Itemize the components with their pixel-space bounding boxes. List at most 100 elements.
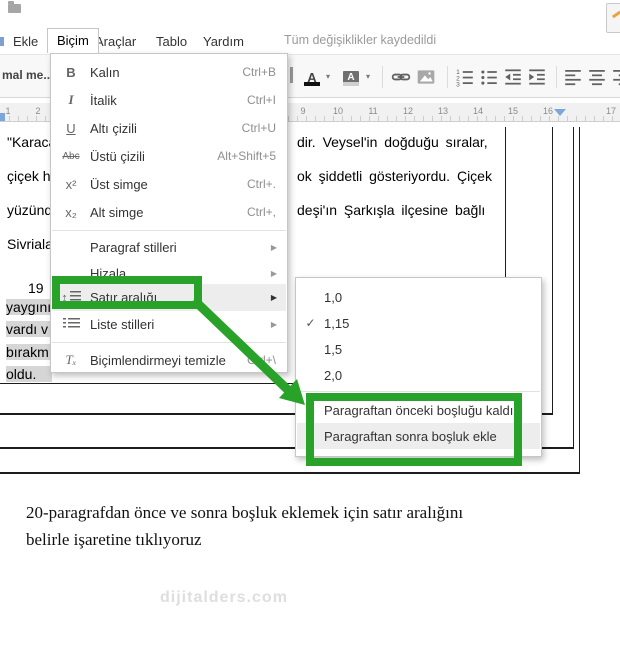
toolbar-divider [382, 66, 383, 88]
align-left-icon [565, 70, 581, 86]
bulleted-list-icon [481, 70, 497, 85]
menubar-ekle[interactable]: Ekle [13, 31, 38, 52]
highlight-color-caret-icon[interactable]: ▾ [366, 72, 370, 81]
decrease-indent-icon [505, 69, 521, 85]
ruler-number: 17 [605, 106, 617, 116]
insert-image-button[interactable] [415, 66, 437, 88]
cut-icon-fragment [290, 67, 293, 83]
subscript-icon: x₂ [65, 204, 77, 220]
align-center-button[interactable] [586, 66, 608, 88]
clear-formatting-icon: Tₓ [65, 352, 77, 367]
italic-icon: I [68, 92, 74, 107]
increase-indent-button[interactable] [526, 66, 548, 88]
caption-line2: belirle işaretine tıklıyoruz [26, 530, 202, 549]
ruler-number: 13 [437, 106, 449, 116]
doc-text-line3-left: yüzünd [7, 202, 53, 218]
submenu-arrow-icon: ▶ [270, 319, 277, 329]
menu-separator [297, 391, 540, 392]
frame-border-vertical-4 [579, 127, 580, 473]
frame-border-vertical-2 [552, 127, 553, 413]
save-status-text: Tüm değişiklikler kaydedildi [284, 33, 437, 47]
left-indent-marker[interactable] [0, 113, 5, 121]
submenu-arrow-icon: ▶ [270, 268, 277, 278]
menu-separator [52, 342, 286, 343]
spacing-option-2-0[interactable]: 2,0 [297, 362, 540, 388]
pencil-icon [611, 10, 620, 19]
increase-indent-icon [529, 69, 545, 85]
menu-item-alt-simge[interactable]: x₂ Alt simge Ctrl+, [52, 198, 286, 226]
menu-item-italik[interactable]: I İtalik Ctrl+I [52, 86, 286, 114]
annotation-box-paragraph-spacing [306, 393, 522, 466]
insert-image-icon [417, 70, 435, 84]
menu-item-ustu-cizili[interactable]: Abc Üstü çizili Alt+Shift+5 [52, 142, 286, 170]
menu-item-ust-simge[interactable]: x² Üst simge Ctrl+. [52, 170, 286, 198]
edit-mode-button[interactable] [606, 3, 620, 33]
spacing-option-1-5[interactable]: 1,5 [297, 336, 540, 362]
submenu-arrow-icon: ▶ [270, 242, 277, 252]
doc-selected-line4: oldu. [6, 366, 52, 382]
doc-selected-line2: vardı v [6, 321, 52, 337]
checkmark-icon: ✓ [305, 316, 316, 330]
watermark-text: dijitalders.com [160, 589, 288, 606]
menubar-yardim[interactable]: Yardım [203, 31, 244, 52]
toolbar-divider [556, 66, 557, 88]
strikethrough-icon: Abc [62, 150, 80, 162]
align-right-icon [613, 70, 620, 86]
doc-text-line2-left: çiçek h [7, 168, 51, 184]
highlight-color-button[interactable]: A [340, 66, 362, 88]
ruler-number: 11 [368, 106, 378, 116]
toolbar-divider [447, 66, 448, 88]
insert-link-button[interactable] [390, 66, 412, 88]
ruler-number: 10 [332, 106, 344, 116]
menubar-bicim[interactable]: Biçim [47, 28, 99, 53]
text-color-button[interactable]: A [301, 66, 323, 88]
numbered-list-icon: 1 2 3 [456, 69, 473, 87]
frame-border-bottom-4 [0, 472, 580, 474]
ruler-number: 9 [300, 106, 306, 116]
paragraph-style-dropdown[interactable]: mal me... [2, 68, 53, 82]
format-menu: B Kalın Ctrl+B I İtalik Ctrl+I U Altı çi… [50, 53, 288, 373]
ruler-number: 12 [402, 106, 414, 116]
menu-separator [52, 230, 286, 231]
menubar-tablo[interactable]: Tablo [156, 31, 187, 52]
doc-text-line4-left: Sivriala [7, 236, 53, 252]
right-indent-marker[interactable] [554, 109, 566, 116]
ruler-number: 16 [542, 106, 554, 116]
svg-text:3: 3 [456, 81, 460, 87]
insert-link-icon [391, 73, 411, 81]
google-docs-format-menu-screenshot: "Karaca çiçek h yüzünd Sivriala dir. Vey… [0, 0, 620, 646]
spacing-option-1-0[interactable]: 1,0 [297, 284, 540, 310]
menubar-araclar[interactable]: Araçlar [95, 31, 136, 52]
frame-border-vertical-3 [573, 127, 574, 447]
bulleted-list-button[interactable] [478, 66, 500, 88]
superscript-icon: x² [65, 176, 77, 192]
align-left-button[interactable] [562, 66, 584, 88]
menu-item-kalin[interactable]: B Kalın Ctrl+B [52, 58, 286, 86]
ruler-number: 2 [35, 106, 41, 116]
doc-selected-line3: bırakm [6, 344, 52, 360]
doc-text-line1-right: dir. Veysel'in doğduğu sıralar, [297, 134, 488, 150]
menu-item-paragraf-stilleri[interactable]: Paragraf stilleri ▶ [52, 234, 286, 260]
doc-text-line2-right: ok şiddetli gösteriyordu. Çiçek [297, 168, 492, 184]
top-menubar: Ekle Biçim Araçlar Tablo Yardım Tüm deği… [0, 0, 620, 53]
spacing-option-1-15[interactable]: ✓ 1,15 [297, 310, 540, 336]
list-styles-icon [52, 317, 90, 332]
decrease-indent-button[interactable] [502, 66, 524, 88]
text-color-icon: A [307, 69, 317, 85]
bookmark-fragment-icon [0, 37, 4, 46]
submenu-arrow-icon: ▶ [270, 293, 277, 302]
ruler-number: 1 [5, 106, 11, 116]
ruler-number: 15 [507, 106, 519, 116]
menu-item-liste-stilleri[interactable]: Liste stilleri ▶ [52, 311, 286, 337]
doc-text-indent: 19 [28, 280, 44, 296]
folder-icon[interactable] [8, 1, 21, 13]
caption-line1: 20-paragrafdan önce ve sonra boşluk ekle… [26, 503, 464, 522]
text-color-caret-icon[interactable]: ▾ [326, 72, 330, 81]
ruler-number: 14 [472, 106, 484, 116]
numbered-list-button[interactable]: 1 2 3 [454, 66, 476, 88]
doc-selected-line1: yaygını [6, 299, 52, 315]
menu-item-alti-cizili[interactable]: U Altı çizili Ctrl+U [52, 114, 286, 142]
annotation-box-line-spacing [52, 276, 202, 309]
align-right-button[interactable] [610, 66, 620, 88]
menu-item-bicimlendirmeyi-temizle[interactable]: Tₓ Biçimlendirmeyi temizle Ctrl+\ [52, 346, 286, 374]
